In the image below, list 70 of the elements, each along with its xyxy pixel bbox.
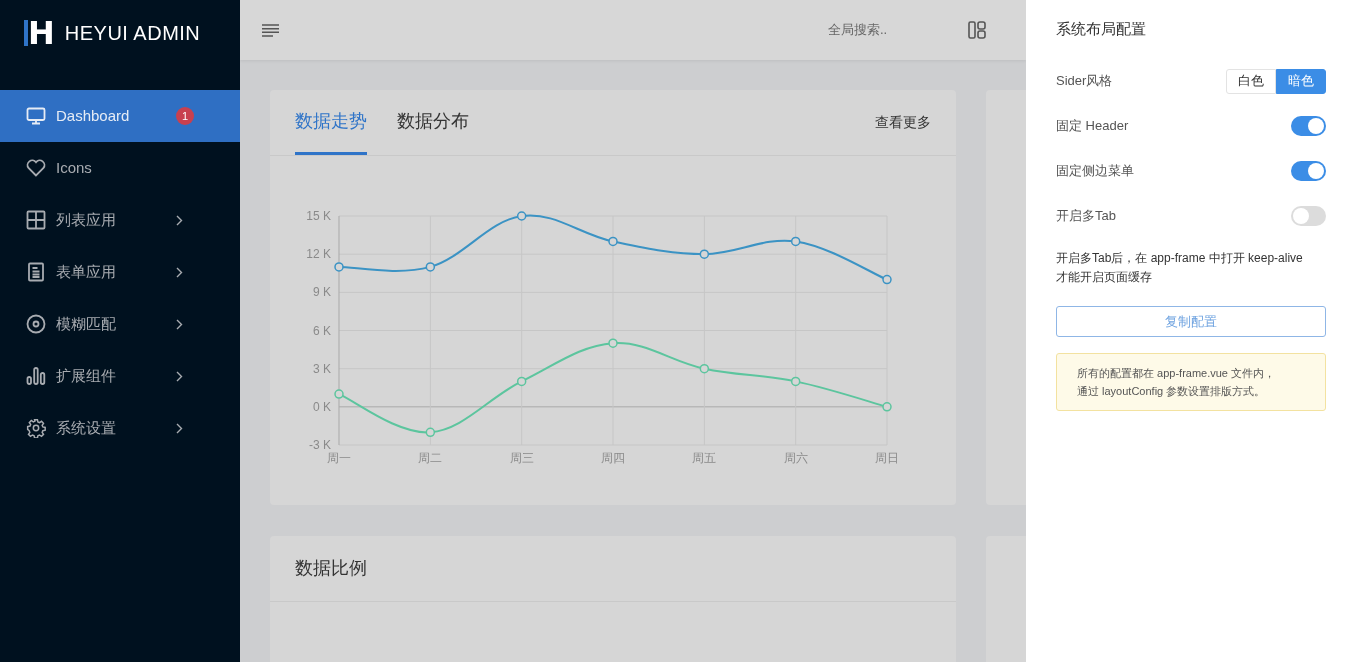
setting-label: Sider风格: [1056, 72, 1113, 91]
setting-label: 固定 Header: [1056, 117, 1129, 136]
setting-label: 开启多Tab: [1056, 207, 1116, 226]
axis-tick-label: 15 K: [306, 209, 331, 223]
data-point[interactable]: [334, 262, 344, 272]
axis-tick-label: 9 K: [313, 285, 331, 300]
toggle-switch[interactable]: [1291, 161, 1326, 181]
axis-tick-label: 周六: [783, 451, 808, 465]
axis-tick-label: 周一: [327, 451, 351, 465]
card-title: 数据比例: [295, 557, 367, 580]
sidebar-item[interactable]: 模糊匹配: [0, 298, 240, 350]
data-point[interactable]: [425, 427, 436, 438]
axis-tick-label: -3 K: [309, 438, 331, 452]
sidebar-label: Icons: [56, 157, 93, 178]
axis-tick-label: 0 K: [313, 399, 331, 414]
axis-tick-label: 周三: [509, 451, 534, 465]
axis-tick-label: 12 K: [306, 247, 331, 262]
toggle-switch[interactable]: [1291, 206, 1326, 226]
monitor-icon: [26, 106, 46, 126]
data-point[interactable]: [516, 211, 527, 221]
search-field[interactable]: 全局搜索..: [828, 20, 918, 40]
segment-button[interactable]: 白色: [1226, 68, 1276, 94]
axis-tick-label: 周二: [418, 451, 443, 465]
panel-title: 系统布局配置: [1056, 19, 1147, 39]
sidebar-label: 扩展组件: [56, 365, 117, 386]
axis-tick-label: 6 K: [313, 323, 331, 338]
sidebar-item[interactable]: 系统设置: [0, 402, 240, 454]
data-point[interactable]: [699, 249, 710, 259]
logo-mark: H: [24, 20, 55, 46]
sidebar-label: 表单应用: [56, 261, 117, 282]
sidebar-item[interactable]: Icons: [0, 142, 240, 194]
count-badge: 1: [176, 107, 194, 125]
notice-text: 通过 layoutConfig 参数设置排版方式。: [1077, 384, 1267, 399]
axis-tick-label: 周日: [875, 451, 899, 465]
layout-icon[interactable]: [968, 21, 986, 39]
tab[interactable]: 数据分布: [397, 90, 469, 155]
more-link[interactable]: 查看更多: [875, 112, 931, 133]
help-text: 开启多Tab后，在 app-frame 中打开 keep-alive 才能开启页面缓存: [1056, 250, 1304, 286]
sidebar-item[interactable]: 扩展组件: [0, 350, 240, 402]
data-point[interactable]: [790, 236, 801, 247]
grid-icon: [26, 210, 46, 230]
axis-tick-label: 周四: [601, 451, 625, 465]
settings-icon: [26, 418, 46, 438]
menu-icon[interactable]: [262, 23, 279, 37]
data-point[interactable]: [608, 338, 618, 348]
notice-text: 所有的配置都在 app-frame.vue 文件内，: [1077, 366, 1277, 381]
data-point[interactable]: [699, 363, 710, 374]
sidebar-label: 列表应用: [56, 209, 117, 230]
sidebar-label: Dashboard: [56, 105, 131, 126]
data-point[interactable]: [882, 274, 892, 285]
data-point[interactable]: [334, 389, 344, 399]
sidebar-label: 系统设置: [56, 417, 117, 438]
data-point[interactable]: [425, 262, 436, 272]
document-icon: [26, 262, 46, 282]
sidebar-item[interactable]: 列表应用: [0, 194, 240, 246]
axis-tick-label: 3 K: [313, 361, 331, 376]
target-icon: [26, 314, 46, 334]
logo-text: HEYUI ADMIN: [64, 21, 201, 46]
data-point[interactable]: [882, 402, 892, 412]
sidebar-item[interactable]: Dashboard 1: [0, 90, 240, 142]
toggle-switch[interactable]: [1291, 116, 1326, 136]
heart-icon: [26, 158, 46, 178]
sidebar-item[interactable]: 表单应用: [0, 246, 240, 298]
data-point[interactable]: [608, 236, 618, 247]
bar-chart-icon: [26, 366, 46, 386]
data-point[interactable]: [516, 376, 527, 387]
axis-tick-label: 周五: [692, 451, 717, 465]
sidebar-label: 模糊匹配: [56, 313, 117, 334]
data-point[interactable]: [790, 376, 801, 387]
setting-label: 固定侧边菜单: [1056, 162, 1134, 181]
